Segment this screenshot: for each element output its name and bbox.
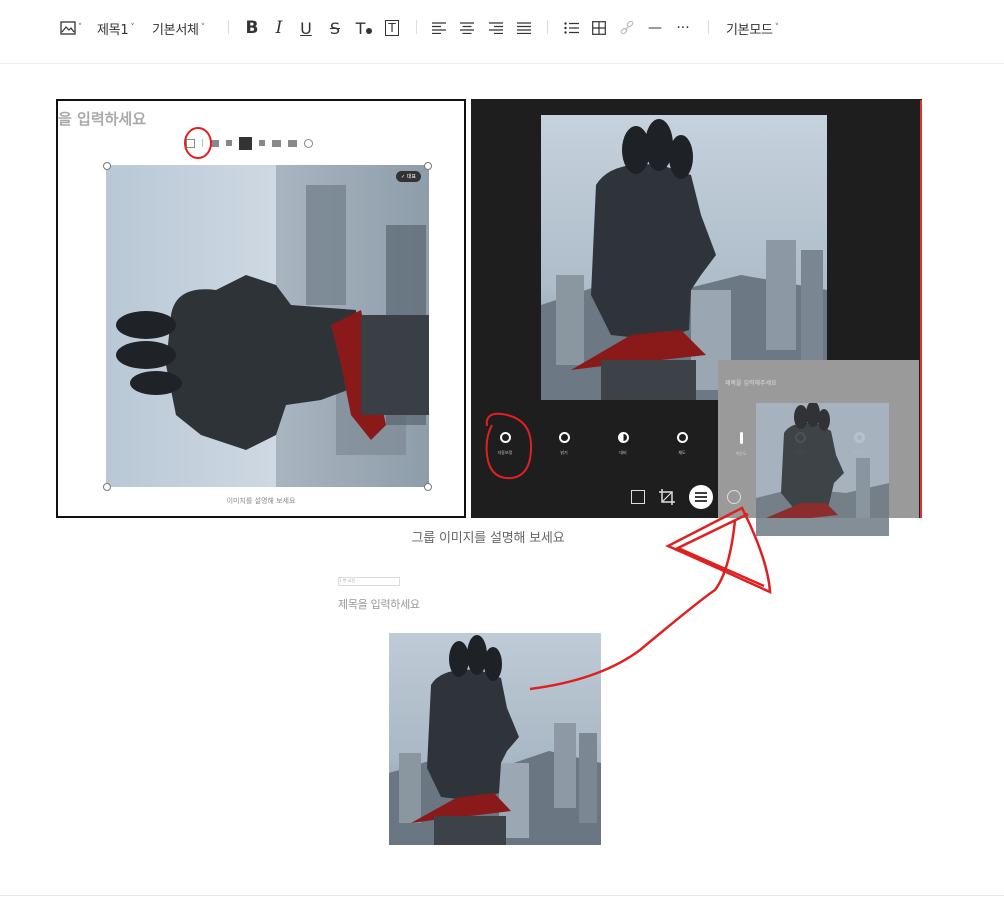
rotated-photo-art — [106, 165, 429, 487]
divider-icon — [202, 139, 203, 147]
align-justify-button[interactable] — [516, 16, 532, 40]
temperature-icon — [739, 432, 743, 444]
strikethrough-button[interactable]: S — [328, 16, 342, 40]
image-caption-placeholder[interactable]: 이미지를 설명해 보세요 — [58, 496, 464, 506]
mode-select[interactable]: 기본모드 ˅ — [726, 16, 779, 40]
toolbar-divider — [708, 20, 709, 34]
tool-label: 밝기 — [560, 450, 568, 455]
heading-select[interactable]: 제목1 ˅ — [97, 16, 135, 40]
representative-badge[interactable]: ✓ 대표 — [396, 171, 421, 182]
resize-handle[interactable] — [103, 162, 111, 170]
chevron-down-icon: ˅ — [774, 23, 780, 33]
horizontal-line-button[interactable]: — — [646, 16, 664, 40]
adjust-tab-icon[interactable] — [689, 485, 713, 509]
group-caption-placeholder[interactable]: 그룹 이미지를 설명해 보세요 — [0, 527, 976, 546]
link-button[interactable] — [619, 16, 635, 40]
auto-icon — [499, 432, 511, 443]
resize-handle[interactable] — [103, 483, 111, 491]
table-button[interactable] — [591, 16, 607, 40]
text-color-label: T — [355, 18, 366, 38]
tool-label: 색온도 — [735, 451, 747, 456]
tool-contrast[interactable]: 대비 — [603, 432, 643, 456]
crop-rotate-icon[interactable] — [659, 489, 675, 505]
align-center-icon — [460, 22, 474, 34]
tool-label: 채도 — [678, 450, 686, 455]
inserted-photo-art — [389, 633, 601, 845]
list-button[interactable] — [563, 16, 579, 40]
editor-bottom-divider — [0, 895, 1004, 896]
text-background-button[interactable]: T — [383, 16, 401, 40]
tool-temperature[interactable]: 색온도 — [721, 432, 761, 457]
font-label: 기본서체 — [152, 22, 199, 38]
mode-label: 기본모드 — [726, 22, 773, 38]
image-insert-button[interactable]: ˅ — [57, 16, 85, 40]
tool-auto[interactable]: 자동보정 — [485, 432, 525, 456]
tool-saturation[interactable]: 채도 — [662, 432, 702, 456]
editor-toolbar: ˅ 제목1 ˅ 기본서체 ˅ B I U S T T — ··· 기본모드 ˅ — [0, 0, 1004, 64]
drag-thumbnail — [756, 403, 889, 536]
annotation-arrowhead — [665, 506, 772, 595]
tool-label: 대비 — [619, 450, 627, 455]
text-bg-label: T — [385, 20, 399, 36]
image-mini-toolbar — [186, 134, 313, 152]
align-left-icon — [432, 22, 446, 34]
align-left-button[interactable] — [431, 16, 447, 40]
align-option-icon[interactable] — [226, 140, 232, 146]
heading-label: 제목1 — [97, 22, 129, 38]
align-option-icon[interactable] — [210, 139, 219, 147]
annotation-red-line — [920, 100, 922, 518]
link-icon — [620, 21, 634, 35]
bold-button[interactable]: B — [244, 16, 260, 40]
tool-label: 자동보정 — [497, 450, 513, 455]
align-option-icon[interactable] — [288, 139, 297, 147]
resize-handle[interactable] — [424, 483, 432, 491]
chevron-down-icon: ˅ — [77, 23, 83, 33]
drag-thumbnail-art — [756, 403, 889, 536]
filter-tab-icon[interactable] — [727, 490, 741, 504]
overlay-caption: 제목을 입력해주세요 — [725, 380, 777, 387]
align-center-button[interactable] — [459, 16, 475, 40]
align-justify-icon — [517, 22, 531, 34]
chevron-down-icon: ˅ — [200, 23, 206, 33]
inserted-photo[interactable] — [389, 633, 601, 845]
editor-screenshot-panel: 을 입력하세요 ✓ 대표 이미지를 설명해 보세요 — [56, 99, 466, 518]
image-edit-icon[interactable] — [186, 138, 195, 148]
chevron-down-icon: ˅ — [130, 23, 135, 33]
align-option-icon[interactable] — [259, 140, 265, 146]
align-option-icon[interactable] — [272, 139, 281, 147]
saturation-icon — [676, 432, 688, 443]
font-select[interactable]: 기본서체 ˅ — [152, 16, 205, 40]
contrast-icon — [617, 432, 629, 443]
rotated-photo[interactable]: ✓ 대표 — [106, 165, 429, 487]
crop-frame-icon[interactable] — [631, 490, 645, 504]
section-title-placeholder[interactable]: 제목을 입력하세요 — [338, 596, 420, 612]
underline-button[interactable]: U — [299, 16, 313, 40]
brightness-icon — [558, 432, 570, 443]
table-icon — [592, 21, 606, 35]
align-right-icon — [489, 22, 503, 34]
align-right-button[interactable] — [488, 16, 504, 40]
color-dot-icon — [366, 28, 373, 34]
link-icon[interactable] — [304, 138, 313, 148]
editor-mode-tabs — [631, 485, 741, 509]
bullet-list-icon — [563, 22, 579, 34]
editor-photo-art — [541, 115, 827, 400]
align-option-icon[interactable] — [239, 136, 252, 150]
text-color-button[interactable]: T — [354, 16, 374, 40]
editor-photo — [541, 115, 827, 400]
toolbar-divider — [228, 20, 229, 34]
italic-button[interactable]: I — [272, 16, 286, 40]
toolbar-divider — [416, 20, 417, 34]
tool-brightness[interactable]: 밝기 — [544, 432, 584, 456]
title-placeholder[interactable]: 을 입력하세요 — [58, 108, 146, 129]
more-button[interactable]: ··· — [674, 16, 692, 40]
image-icon — [60, 21, 76, 35]
toolbar-divider — [547, 20, 548, 34]
photo-number-input[interactable]: 1 번 사진 — [338, 577, 400, 586]
resize-handle[interactable] — [424, 162, 432, 170]
